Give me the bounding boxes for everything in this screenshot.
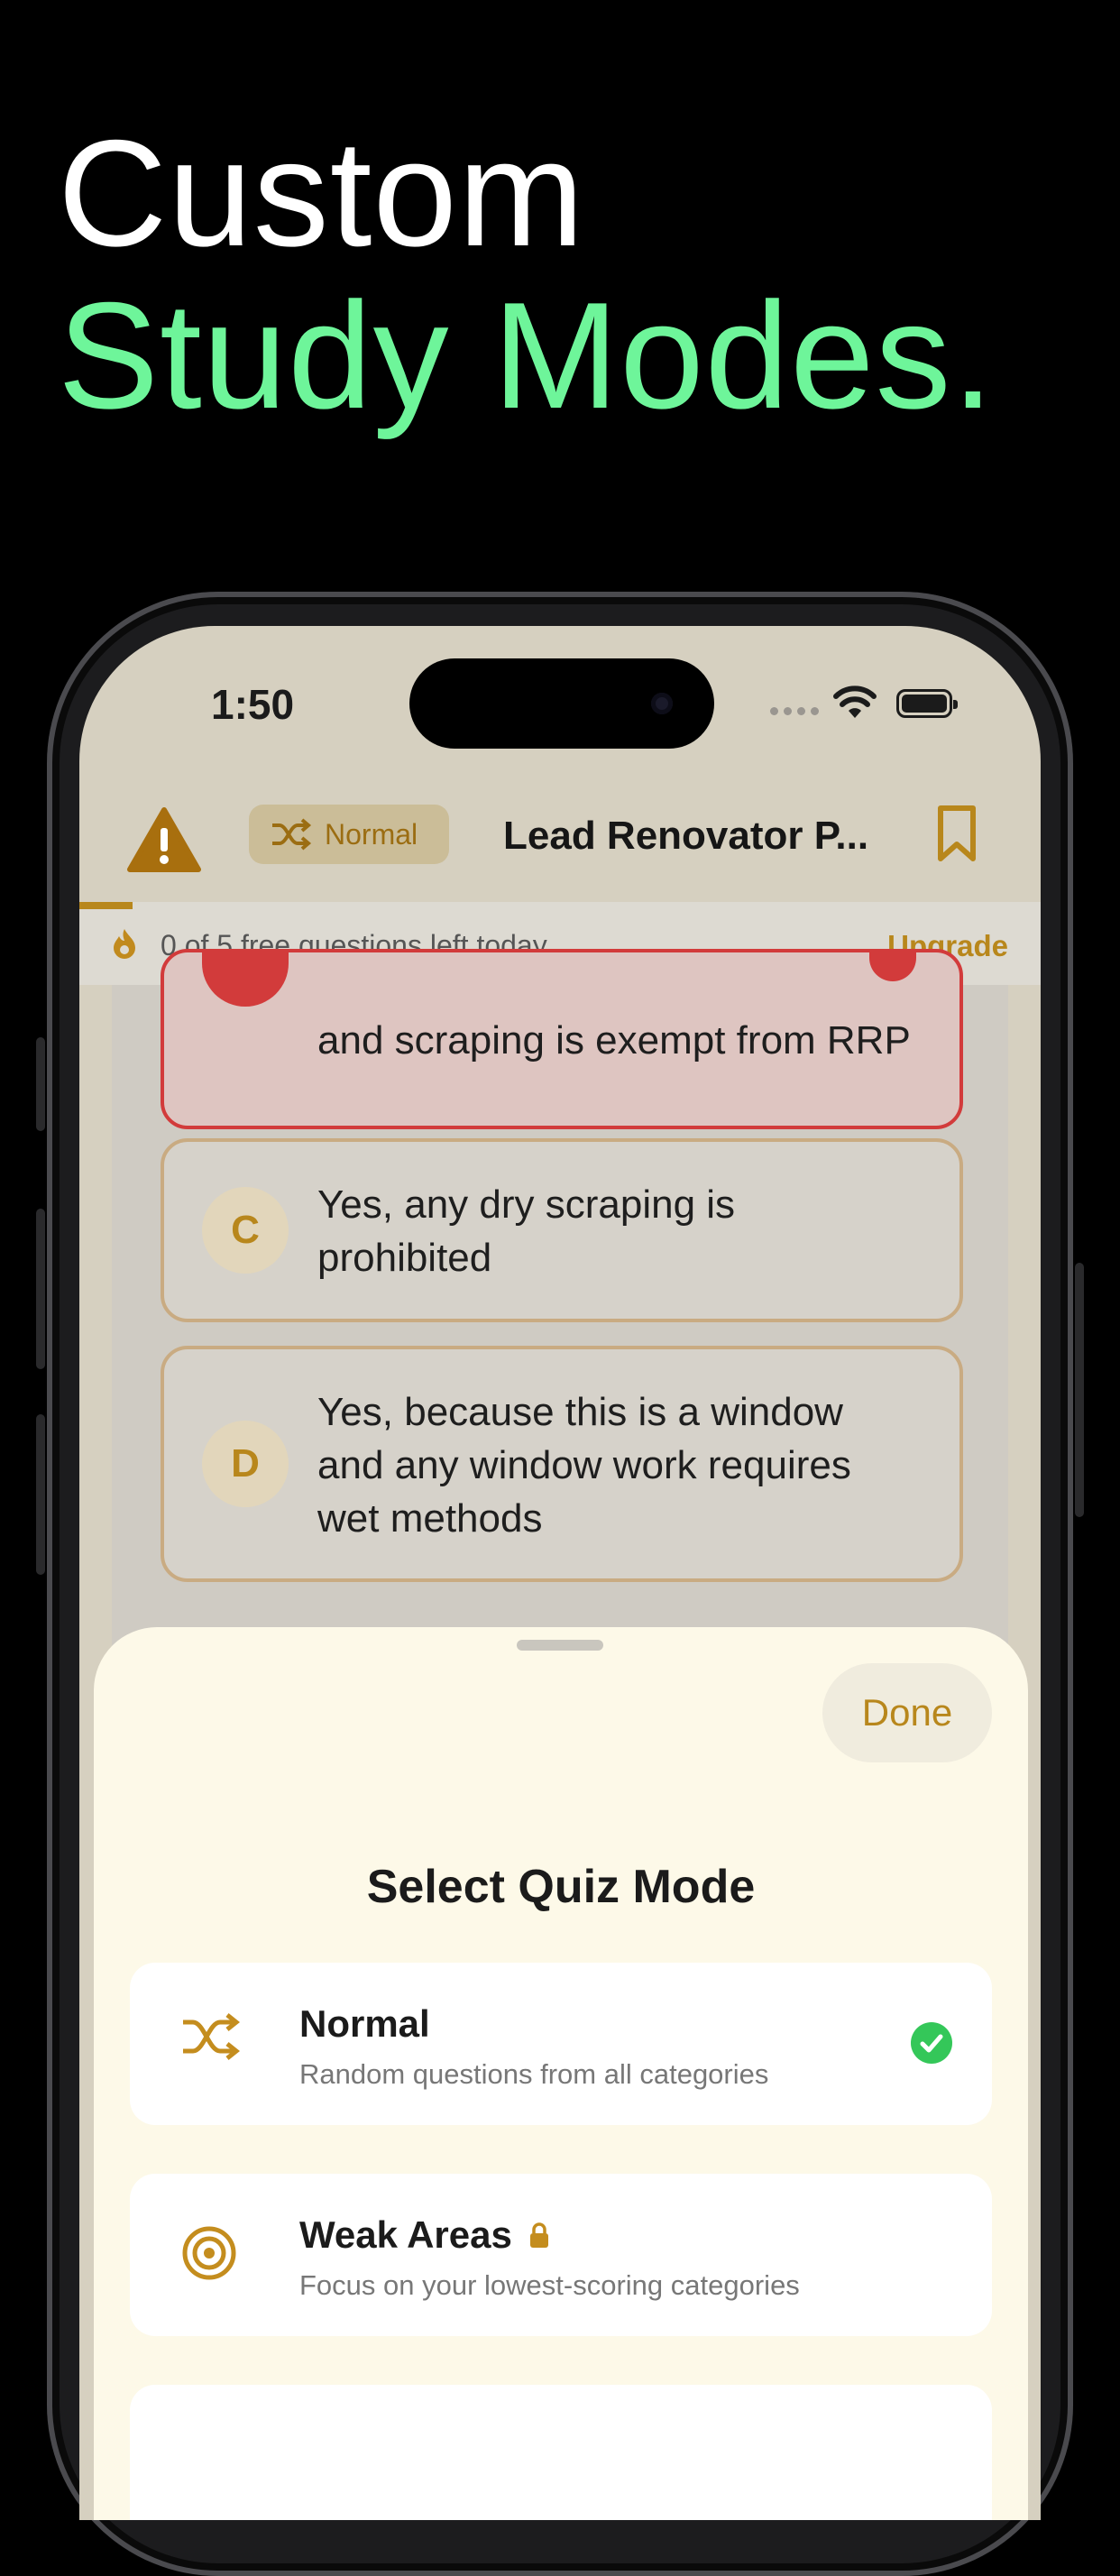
mode-option-normal[interactable]: Normal Random questions from all categor… [130, 1963, 992, 2125]
question-content: and scraping is exempt from RRP C Yes, a… [112, 949, 1008, 1670]
shuffle-icon [183, 2013, 241, 2060]
done-button[interactable]: Done [822, 1663, 992, 1762]
mode-option-weak-areas[interactable]: Weak Areas Focus on your lowest-scoring … [130, 2174, 992, 2336]
quiz-mode-label: Normal [325, 817, 418, 851]
status-time: 1:50 [211, 681, 295, 728]
phone-volume-up-button [36, 1209, 45, 1369]
quiz-top-bar: Normal Lead Renovator P... [79, 779, 1041, 897]
checkmark-icon [911, 2022, 952, 2064]
phone-volume-down-button [36, 1414, 45, 1575]
flame-icon [114, 929, 135, 959]
camera-icon [651, 693, 673, 714]
status-bar: 1:50 [79, 626, 1041, 779]
battery-icon [896, 689, 958, 718]
mode-option-next[interactable] [130, 2385, 992, 2520]
answer-option-text: Yes, because this is a window and any wi… [317, 1390, 851, 1541]
headline: Custom Study Modes. [58, 117, 995, 431]
sheet-grabber[interactable] [517, 1640, 603, 1651]
wifi-icon [833, 685, 877, 718]
mode-description: Focus on your lowest-scoring categories [299, 2269, 800, 2301]
phone-action-button [36, 1037, 45, 1131]
phone-side-button [1075, 1263, 1084, 1517]
wrong-answer-icon [869, 952, 916, 981]
mode-name: Normal [299, 2002, 430, 2046]
headline-line-2: Study Modes. [58, 271, 996, 440]
sheet-title: Select Quiz Mode [366, 1861, 756, 1913]
lock-icon [529, 2222, 548, 2248]
answer-letter: D [202, 1421, 289, 1507]
quiz-mode-sheet: Done Select Quiz Mode Normal Random ques… [94, 1627, 1028, 2520]
answer-option-text: and scraping is exempt from RRP [317, 1018, 911, 1063]
signal-icon [770, 707, 819, 715]
answer-option-d[interactable]: D Yes, because this is a window and any … [161, 1346, 963, 1582]
report-warning-icon[interactable] [126, 806, 202, 873]
bookmark-icon[interactable] [936, 805, 978, 864]
headline-line-1: Custom [58, 108, 585, 278]
answer-option-text: Yes, any dry scraping is prohibited [317, 1182, 736, 1280]
target-icon [182, 2226, 236, 2280]
answer-letter: C [202, 1187, 289, 1274]
mode-name-text: Normal [299, 2002, 430, 2045]
app-screen: 1:50 Normal Lead Renovator P... 0 of 5 f… [79, 626, 1041, 2520]
quiz-progress-bar [79, 902, 133, 909]
shuffle-icon [272, 818, 312, 851]
quiz-mode-button[interactable]: Normal [249, 805, 449, 864]
selected-answer-badge [202, 952, 289, 1007]
mode-name: Weak Areas [299, 2213, 550, 2257]
dynamic-island [409, 658, 714, 749]
answer-option-c[interactable]: C Yes, any dry scraping is prohibited [161, 1138, 963, 1322]
quiz-title: Lead Renovator P... [503, 814, 869, 858]
mode-name-text: Weak Areas [299, 2213, 512, 2256]
answer-option-b[interactable]: and scraping is exempt from RRP [161, 949, 963, 1129]
mode-description: Random questions from all categories [299, 2058, 769, 2090]
